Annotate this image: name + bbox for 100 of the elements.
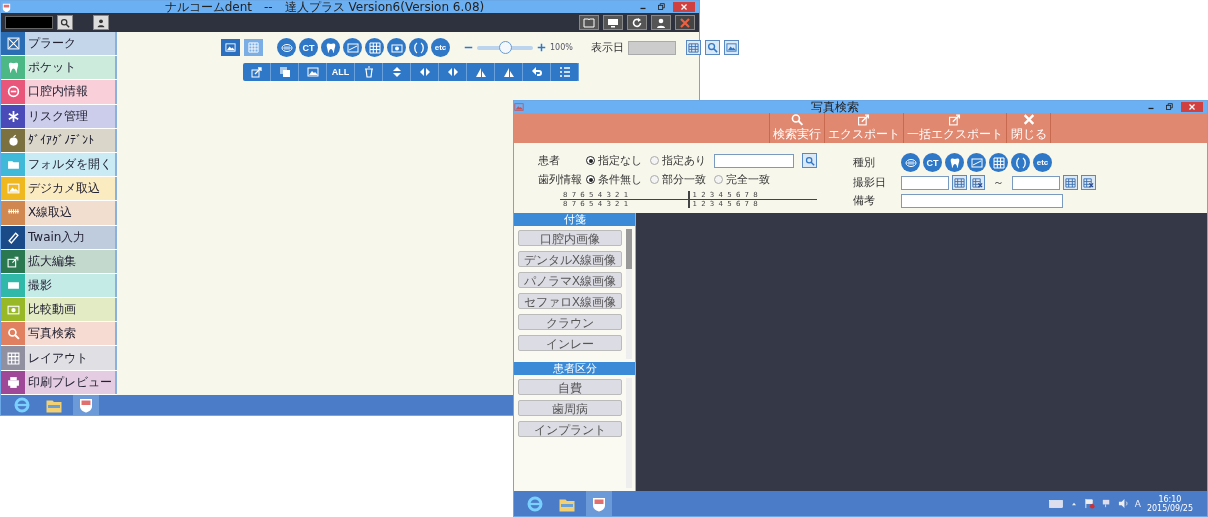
restore-button[interactable]: [1163, 102, 1175, 112]
tag-button[interactable]: パノラマX線画像: [518, 272, 622, 288]
radio-button[interactable]: [586, 175, 595, 184]
tag-button[interactable]: インレー: [518, 335, 622, 351]
radio-button[interactable]: [650, 156, 659, 165]
type-filter-button[interactable]: [343, 38, 362, 57]
sidebar-icon-tile[interactable]: [1, 249, 25, 273]
sidebar-icon-tile[interactable]: [1, 56, 25, 80]
type-filter-button[interactable]: [321, 38, 340, 57]
taskbar-button[interactable]: [586, 491, 612, 516]
tag-button[interactable]: デンタルX線画像: [518, 251, 622, 267]
date-from-field[interactable]: [901, 175, 949, 190]
sidebar-icon-tile[interactable]: [1, 152, 25, 177]
type-filter-button[interactable]: CT: [299, 38, 318, 57]
sidebar-item[interactable]: プラーク: [25, 32, 117, 56]
sidebar-item[interactable]: ポケット: [25, 56, 117, 80]
scrollbar[interactable]: [626, 229, 632, 359]
type-filter-button[interactable]: [901, 153, 920, 172]
sidebar-item[interactable]: X線取込: [25, 201, 117, 225]
sidebar-item[interactable]: 撮影: [25, 273, 117, 298]
list-icon: [558, 66, 571, 78]
sidebar-icon-tile[interactable]: [1, 104, 25, 128]
sidebar-icon-tile[interactable]: [1, 298, 25, 322]
sidebar-icon-tile[interactable]: [1, 370, 25, 394]
sidebar-icon-tile[interactable]: [1, 32, 25, 56]
note-field[interactable]: [901, 193, 1063, 208]
ime-indicator[interactable]: A: [1134, 498, 1141, 509]
sidebar-item[interactable]: 印刷プレビュー: [25, 370, 117, 394]
mouth-icon: [904, 156, 917, 169]
sidebar-item[interactable]: 拡大編集: [25, 249, 117, 273]
radio-button[interactable]: [586, 156, 595, 165]
calendar-button[interactable]: [952, 175, 967, 190]
category-button[interactable]: 歯周病: [518, 399, 622, 416]
taskbar-button[interactable]: [73, 395, 99, 415]
close-button[interactable]: [673, 2, 695, 12]
sidebar-item[interactable]: リスク管理: [25, 104, 117, 128]
sidebar-item[interactable]: Twain入力: [25, 225, 117, 249]
type-filter-button[interactable]: [967, 153, 986, 172]
sidebar-icon-tile[interactable]: [1, 80, 25, 104]
search-image-button[interactable]: [704, 40, 720, 55]
network-icon: [1100, 498, 1112, 509]
calendar-button[interactable]: [685, 40, 701, 55]
sidebar-item[interactable]: デジカメ取込: [25, 177, 117, 201]
sidebar-icon-tile[interactable]: [1, 177, 25, 201]
category-button[interactable]: 自費: [518, 378, 622, 395]
sidebar-icon-tile[interactable]: [1, 201, 25, 225]
type-filter-button[interactable]: [387, 38, 406, 57]
date-field[interactable]: [627, 40, 676, 55]
all-image-button[interactable]: [723, 40, 739, 55]
view-toggle[interactable]: [221, 39, 240, 56]
sidebar-item[interactable]: フォルダを開く: [25, 152, 117, 177]
tag-button[interactable]: セファロX線画像: [518, 293, 622, 309]
sidebar-icon-tile[interactable]: [1, 128, 25, 152]
user-button[interactable]: [651, 15, 671, 30]
exit-button[interactable]: [675, 15, 695, 30]
arch-icon: [412, 41, 425, 54]
sidebar-icon-tile[interactable]: [1, 346, 25, 370]
type-filter-button[interactable]: [409, 38, 428, 57]
search-icon: [804, 155, 815, 166]
monitor-button[interactable]: [603, 15, 623, 30]
sidebar-icon-tile[interactable]: [1, 322, 25, 346]
type-filter-button[interactable]: etc: [431, 38, 450, 57]
patient-button[interactable]: [93, 15, 109, 30]
type-filter-button[interactable]: etc: [1033, 153, 1052, 172]
view-toggle[interactable]: [244, 39, 263, 56]
tag-button[interactable]: 口腔内画像: [518, 230, 622, 246]
clear-date-button[interactable]: [970, 175, 985, 190]
restore-button[interactable]: [655, 2, 667, 12]
tag-button[interactable]: クラウン: [518, 314, 622, 330]
type-filter-button[interactable]: [365, 38, 384, 57]
snowflake-icon: [6, 109, 20, 123]
type-filter-button[interactable]: [989, 153, 1008, 172]
slider-thumb[interactable]: [499, 40, 512, 54]
clear-date-button[interactable]: [1081, 175, 1096, 190]
type-filter-button[interactable]: CT: [923, 153, 942, 172]
sidebar-item[interactable]: 口腔内情報: [25, 80, 117, 104]
close-button[interactable]: [1181, 102, 1203, 112]
date-to-field[interactable]: [1012, 175, 1060, 190]
all-button[interactable]: ALL: [327, 63, 355, 81]
category-button[interactable]: インプラント: [518, 420, 622, 437]
search-button[interactable]: [57, 15, 73, 30]
type-filter-button[interactable]: [945, 153, 964, 172]
sidebar-item[interactable]: レイアウト: [25, 346, 117, 370]
photo-icon: [225, 42, 236, 53]
sidebar-icon-tile[interactable]: [1, 273, 25, 298]
type-filter-button[interactable]: [1011, 153, 1030, 172]
calendar-button[interactable]: [1063, 175, 1078, 190]
sidebar-item[interactable]: ﾀﾞｲｱｸﾞﾉﾃﾞﾝﾄ: [25, 128, 117, 152]
sidebar-item[interactable]: 写真検索: [25, 322, 117, 346]
type-filter-button[interactable]: [277, 38, 296, 57]
photo-icon: [725, 42, 737, 53]
patient-field[interactable]: [714, 153, 794, 168]
refresh-icon: [631, 16, 643, 29]
radio-button[interactable]: [650, 175, 659, 184]
sidebar-icon-tile[interactable]: [1, 225, 25, 249]
close-icon: [679, 16, 691, 29]
sidebar-item[interactable]: 比較動画: [25, 298, 117, 322]
search-field[interactable]: [5, 16, 53, 29]
radio-button[interactable]: [714, 175, 723, 184]
refresh-button[interactable]: [627, 15, 647, 30]
